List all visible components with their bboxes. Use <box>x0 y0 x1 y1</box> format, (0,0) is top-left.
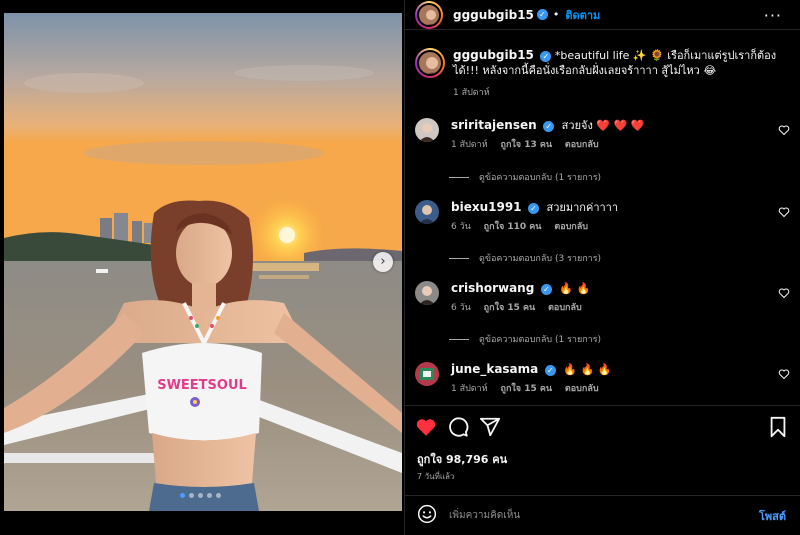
reply-button[interactable]: ตอบกลับ <box>548 303 582 313</box>
comment-time[interactable]: 6 วัน <box>451 222 471 232</box>
comment-meta: 6 วัน ถูกใจ 110 คน ตอบกลับ <box>451 220 618 235</box>
post-comment-button[interactable]: โพสต์ <box>759 507 786 525</box>
verified-badge-icon: ✓ <box>540 283 552 295</box>
comment-composer: โพสต์ <box>405 495 800 535</box>
more-icon[interactable]: ··· <box>764 6 782 25</box>
comment-heart-icon[interactable] <box>778 206 790 218</box>
post-caption: gggubgib15 ✓ *beautiful life ✨ 🌻 เรือก็เ… <box>415 48 790 101</box>
avatar[interactable] <box>415 200 439 224</box>
comment-text: สวยจัง ❤️ ❤️ ❤️ <box>561 119 645 132</box>
reply-button[interactable]: ตอบกลับ <box>565 140 599 150</box>
caption-time[interactable]: 1 สัปดาห์ <box>453 88 490 98</box>
replies-line <box>449 338 469 340</box>
comment-time[interactable]: 6 วัน <box>451 303 471 313</box>
separator-dot: • <box>552 8 560 21</box>
comment-item: crishorwang ✓ 🔥 🔥 6 วัน ถูกใจ 15 คน ตอบก… <box>415 281 790 316</box>
verified-badge-icon: ✓ <box>544 364 556 376</box>
comment-meta: 6 วัน ถูกใจ 15 คน ตอบกลับ <box>451 301 592 316</box>
send-icon[interactable] <box>479 416 501 438</box>
avatar[interactable] <box>415 118 439 142</box>
replies-line <box>449 257 469 259</box>
view-replies-label: ดูข้อความตอบกลับ (1 รายการ) <box>479 173 602 183</box>
comment-time[interactable]: 1 สัปดาห์ <box>451 140 488 150</box>
verified-badge-icon: ✓ <box>528 202 540 214</box>
comment-likes[interactable]: ถูกใจ 15 คน <box>484 303 536 313</box>
comment-text: สวยมากค่าาาา <box>546 201 619 214</box>
post-header: gggubgib15 ✓ • ติดตาม ··· <box>405 0 800 30</box>
view-replies-button[interactable]: ดูข้อความตอบกลับ (1 รายการ) <box>449 332 601 346</box>
comment-text: 🔥 🔥 <box>559 282 591 295</box>
avatar <box>417 50 443 76</box>
view-replies-button[interactable]: ดูข้อความตอบกลับ (3 รายการ) <box>449 251 601 265</box>
comment-item: sriritajensen ✓ สวยจัง ❤️ ❤️ ❤️ 1 สัปดาห… <box>415 118 790 153</box>
comment-username[interactable]: crishorwang <box>451 281 534 295</box>
caption-body: gggubgib15 ✓ *beautiful life ✨ 🌻 เรือก็เ… <box>453 48 790 101</box>
comment-item: biexu1991 ✓ สวยมากค่าาาา 6 วัน ถูกใจ 110… <box>415 200 790 235</box>
comment-body: biexu1991 ✓ สวยมากค่าาาา 6 วัน ถูกใจ 110… <box>451 200 618 235</box>
comment-heart-icon[interactable] <box>778 287 790 299</box>
chevron-right-icon: › <box>380 254 386 269</box>
bookmark-icon[interactable] <box>767 416 789 438</box>
carousel-dot <box>216 493 221 498</box>
comment-item: june_kasama ✓ 🔥 🔥 🔥 1 สัปดาห์ ถูกใจ 15 ค… <box>415 362 790 397</box>
post-panel: gggubgib15 ✓ • ติดตาม ··· gggubgib15 ✓ *… <box>404 0 800 535</box>
follow-button[interactable]: ติดตาม <box>565 6 600 24</box>
likes-count[interactable]: ถูกใจ 98,796 คน <box>417 450 507 468</box>
story-ring[interactable] <box>415 0 443 29</box>
view-replies-label: ดูข้อความตอบกลับ (3 รายการ) <box>479 254 602 264</box>
comment-likes[interactable]: ถูกใจ 13 คน <box>501 140 553 150</box>
post-time-ago[interactable]: 7 วันที่แล้ว <box>417 470 454 483</box>
carousel-dot <box>207 493 212 498</box>
comment-meta: 1 สัปดาห์ ถูกใจ 13 คน ตอบกลับ <box>451 138 644 153</box>
avatar[interactable] <box>415 362 439 386</box>
carousel-dot <box>180 493 185 498</box>
post-media: SWEETSOUL › <box>0 0 404 535</box>
comment-body: june_kasama ✓ 🔥 🔥 🔥 1 สัปดาห์ ถูกใจ 15 ค… <box>451 362 611 397</box>
caption-meta: 1 สัปดาห์ <box>453 86 790 101</box>
carousel-dot <box>189 493 194 498</box>
comment-body: crishorwang ✓ 🔥 🔥 6 วัน ถูกใจ 15 คน ตอบก… <box>451 281 592 316</box>
replies-line <box>449 176 469 178</box>
story-ring[interactable] <box>415 48 445 78</box>
avatar[interactable] <box>415 281 439 305</box>
view-replies-label: ดูข้อความตอบกลับ (1 รายการ) <box>479 335 602 345</box>
comment-time[interactable]: 1 สัปดาห์ <box>451 384 488 394</box>
comment-text: 🔥 🔥 🔥 <box>563 363 612 376</box>
comment-body: sriritajensen ✓ สวยจัง ❤️ ❤️ ❤️ 1 สัปดาห… <box>451 118 644 153</box>
comment-input[interactable] <box>449 505 729 525</box>
view-replies-button[interactable]: ดูข้อความตอบกลับ (1 รายการ) <box>449 170 601 184</box>
verified-badge-icon: ✓ <box>540 50 552 62</box>
comment-icon[interactable] <box>447 416 469 438</box>
comment-likes[interactable]: ถูกใจ 110 คน <box>484 222 542 232</box>
post-author-username[interactable]: gggubgib15 <box>453 8 534 22</box>
comment-meta: 1 สัปดาห์ ถูกใจ 15 คน ตอบกลับ <box>451 382 611 397</box>
shirt-print: SWEETSOUL <box>157 378 247 393</box>
carousel-dots <box>180 493 221 498</box>
emoji-icon[interactable] <box>417 504 437 524</box>
post-actions: ถูกใจ 98,796 คน 7 วันที่แล้ว <box>405 405 800 495</box>
reply-button[interactable]: ตอบกลับ <box>554 222 588 232</box>
post-photo[interactable]: SWEETSOUL <box>4 13 402 511</box>
heart-icon[interactable] <box>415 416 437 438</box>
reply-button[interactable]: ตอบกลับ <box>565 384 599 394</box>
comment-likes[interactable]: ถูกใจ 15 คน <box>501 384 553 394</box>
avatar <box>417 2 441 27</box>
caption-username[interactable]: gggubgib15 <box>453 48 534 62</box>
comment-username[interactable]: biexu1991 <box>451 200 522 214</box>
comment-username[interactable]: june_kasama <box>451 362 538 376</box>
carousel-dot <box>198 493 203 498</box>
carousel-next-button[interactable]: › <box>373 252 393 272</box>
verified-badge-icon: ✓ <box>536 9 548 20</box>
comment-heart-icon[interactable] <box>778 368 790 380</box>
comment-username[interactable]: sriritajensen <box>451 118 537 132</box>
verified-badge-icon: ✓ <box>543 120 555 132</box>
comment-heart-icon[interactable] <box>778 124 790 136</box>
